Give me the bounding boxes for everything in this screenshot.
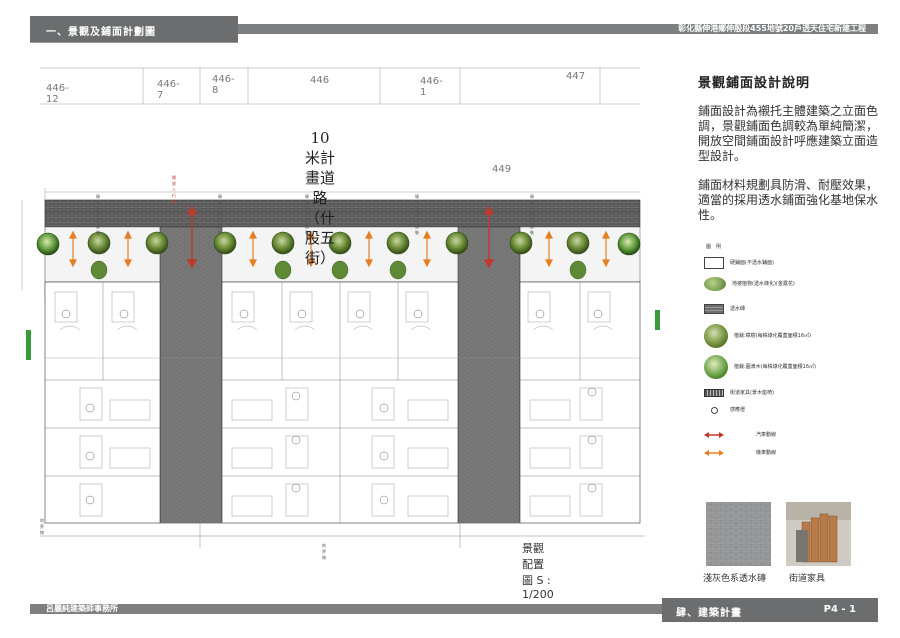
street-furniture-photo bbox=[786, 502, 851, 566]
tree-camphor-icon bbox=[704, 324, 728, 348]
legend-item: 感應燈 bbox=[704, 405, 745, 415]
sensor-light-icon bbox=[704, 405, 724, 415]
road-title: 10米計畫道路 （什股五街） bbox=[305, 128, 335, 268]
legend-label: 硬鋪面(不透水鋪面) bbox=[730, 260, 774, 266]
pave-label: 騎樓人行道鋪裝 bbox=[305, 194, 309, 235]
bike-route-icon bbox=[704, 449, 724, 457]
firm-name: 呂麗純建築師事務所 bbox=[46, 604, 118, 613]
legend-item: 透水磚 bbox=[704, 304, 745, 314]
street-furniture-icon bbox=[704, 389, 724, 397]
arcade-paving bbox=[44, 199, 641, 228]
lot-number: 449 bbox=[492, 164, 512, 175]
driveway-aisle-1 bbox=[159, 226, 223, 524]
car-route-icon bbox=[704, 431, 724, 439]
ramp-label: 開放人行道 bbox=[172, 175, 176, 204]
legend-label: 地被植物(透水綠化)(金露花) bbox=[732, 281, 795, 287]
legend-item: 地被植物(透水綠化)(金露花) bbox=[704, 277, 795, 291]
boundary-label: 地界線 bbox=[322, 543, 326, 560]
photo-caption: 街道家具 bbox=[789, 574, 826, 584]
legend-item: 植栽:圓滴木(每株綠化覆蓋面積16㎡) bbox=[704, 355, 816, 379]
legend-item: 植栽:樟樹(每株綠化覆蓋面積16㎡) bbox=[704, 324, 811, 348]
lot-number: 446-1 bbox=[420, 76, 443, 98]
tree-round-icon bbox=[617, 232, 641, 256]
lot-lines bbox=[40, 67, 640, 105]
legend-label: 植栽:圓滴木(每株綠化覆蓋面積16㎡) bbox=[734, 364, 816, 370]
road-title-line2: （什股五街） bbox=[305, 209, 336, 267]
legend-item: 街道家具(景木座椅) bbox=[704, 389, 774, 397]
legend-item: 機車動線 bbox=[704, 449, 776, 457]
lot-number: 446 bbox=[310, 75, 330, 86]
property-lines bbox=[40, 522, 645, 548]
groundcover-shrub-icon bbox=[704, 277, 726, 291]
tree-camphor-icon bbox=[445, 231, 469, 255]
legend-label: 街道家具(景木座椅) bbox=[730, 390, 774, 396]
page-number: P4 - 1 bbox=[823, 604, 856, 615]
driveway-aisle-2 bbox=[457, 226, 521, 524]
photo-caption: 淺灰色系透水磚 bbox=[703, 574, 767, 584]
boundary-label: 地界線 bbox=[40, 518, 44, 535]
tree-camphor-icon bbox=[271, 231, 295, 255]
pave-label: 騎樓人行道鋪裝 bbox=[415, 194, 419, 235]
permeable-brick-icon bbox=[704, 304, 724, 314]
building-blocks bbox=[44, 281, 641, 524]
legend-item: 硬鋪面(不透水鋪面) bbox=[704, 257, 774, 269]
legend-label: 機車動線 bbox=[756, 450, 777, 456]
landscape-section-title: 景觀鋪面設計說明 bbox=[698, 76, 811, 91]
hardscape-box-icon bbox=[704, 257, 724, 269]
lot-number: 446-8 bbox=[212, 74, 235, 96]
tree-camphor-icon bbox=[145, 231, 169, 255]
road-title-line1: 10米計畫道路 bbox=[305, 129, 336, 207]
legend-item: 汽車動線 bbox=[704, 431, 776, 439]
lot-number: 446-7 bbox=[157, 79, 180, 101]
tree-camphor-icon bbox=[386, 231, 410, 255]
legend-label: 汽車動線 bbox=[756, 432, 777, 438]
legend-label: 感應燈 bbox=[730, 407, 746, 413]
chapter-title: 肆、建築計畫 bbox=[676, 608, 742, 619]
tree-camphor-icon bbox=[509, 231, 533, 255]
lot-number: 447 bbox=[566, 71, 586, 82]
legend-label: 透水磚 bbox=[730, 306, 746, 312]
permeable-brick-photo bbox=[706, 502, 771, 566]
legend-title: 圖 例 bbox=[706, 244, 722, 250]
pave-label: 騎樓人行道鋪裝 bbox=[218, 194, 222, 235]
tree-round-icon bbox=[36, 232, 60, 256]
design-paragraph-1: 鋪面設計為襯托主體建築之立面色調，景觀鋪面色調較為單純簡潔，開放空間鋪面設計呼應… bbox=[698, 104, 879, 163]
plan-scale-label: 景觀配置圖 S : 1/200 bbox=[522, 542, 554, 601]
legend-label: 植栽:樟樹(每株綠化覆蓋面積16㎡) bbox=[734, 333, 811, 339]
design-paragraph-2: 鋪面材料規劃具防滑、耐壓效果，適當的採用透水鋪面強化基地保水性。 bbox=[698, 178, 879, 222]
tree-camphor-icon bbox=[566, 231, 590, 255]
tree-round-icon bbox=[704, 355, 728, 379]
footer-tab: 肆、建築計畫 P4 - 1 bbox=[662, 598, 878, 622]
pave-label: 騎樓人行道鋪裝 bbox=[530, 194, 534, 235]
lot-number: 446-12 bbox=[46, 83, 69, 105]
pave-label: 騎樓人行道鋪裝 bbox=[96, 194, 100, 235]
